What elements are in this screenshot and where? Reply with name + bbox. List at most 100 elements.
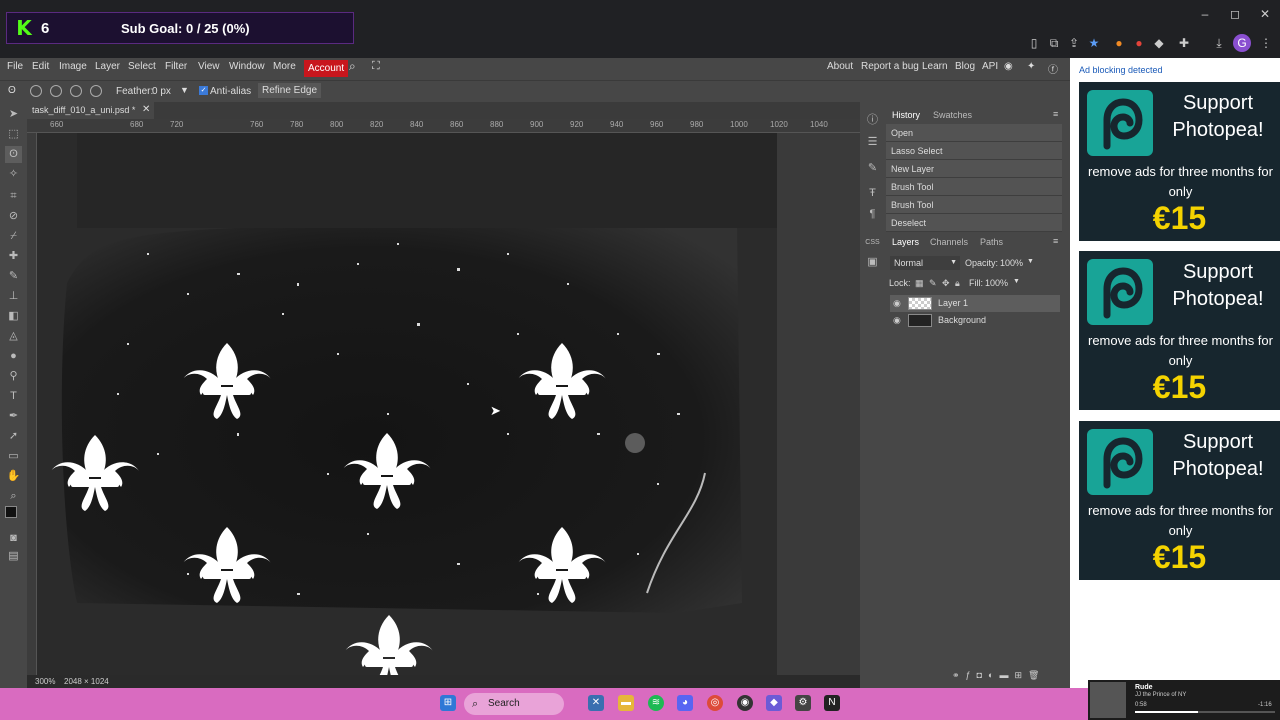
- ad-card[interactable]: Support Photopea! remove ads for three m…: [1079, 251, 1280, 410]
- selection-new-icon[interactable]: [30, 85, 42, 97]
- quick-mask-icon[interactable]: ◙: [5, 530, 22, 547]
- document-tab[interactable]: task_diff_010_a_uni.psd *: [27, 102, 154, 119]
- screenshot-icon[interactable]: ⧉: [1045, 34, 1063, 52]
- marquee-tool-icon[interactable]: ⬚: [5, 126, 22, 143]
- info-icon[interactable]: ⓘ: [864, 112, 881, 129]
- paint-bucket-tool-icon[interactable]: ◬: [5, 328, 22, 345]
- properties-icon[interactable]: ☰: [864, 134, 881, 151]
- twitter-icon[interactable]: ✦: [1027, 61, 1035, 72]
- healing-tool-icon[interactable]: ✚: [5, 248, 22, 265]
- chrome-icon[interactable]: ◎: [707, 695, 723, 711]
- css-icon[interactable]: CSS: [864, 234, 881, 251]
- feather-dropdown-icon[interactable]: ▼: [180, 85, 189, 95]
- tab-channels[interactable]: Channels: [930, 237, 968, 247]
- download-icon[interactable]: ⤓: [1210, 34, 1228, 52]
- pen-tool-icon[interactable]: ✒: [5, 408, 22, 425]
- ad-card[interactable]: Support Photopea! remove ads for three m…: [1079, 421, 1280, 580]
- type-tool-icon[interactable]: T: [5, 388, 22, 405]
- tab-history[interactable]: History: [892, 110, 920, 120]
- file-explorer-icon[interactable]: ▬: [618, 695, 634, 711]
- feather-input[interactable]: 0 px: [152, 86, 171, 97]
- layer-row[interactable]: ◉ Layer 1: [890, 295, 1060, 312]
- lock-move-icon[interactable]: ✥: [942, 278, 950, 289]
- link-api[interactable]: API: [982, 61, 998, 72]
- fill-dropdown-icon[interactable]: ▼: [1013, 278, 1020, 285]
- image-icon[interactable]: ▣: [864, 254, 881, 271]
- extension-icon[interactable]: ◆: [1150, 34, 1168, 52]
- menu-more[interactable]: More: [273, 61, 296, 72]
- maximize-button[interactable]: ◻: [1220, 4, 1250, 24]
- fullscreen-icon[interactable]: ⛶: [372, 60, 380, 73]
- taskbar-search[interactable]: ⌕ Search: [464, 693, 564, 715]
- eyedropper-tool-icon[interactable]: ⌿: [5, 228, 22, 245]
- bookmark-star-icon[interactable]: ★: [1085, 34, 1103, 52]
- eye-icon[interactable]: ◉: [893, 298, 901, 309]
- selection-intersect-icon[interactable]: [90, 85, 102, 97]
- link-report-bug[interactable]: Report a bug: [861, 61, 919, 72]
- brush-tool-icon[interactable]: ✎: [5, 268, 22, 285]
- selection-add-icon[interactable]: [50, 85, 62, 97]
- history-item[interactable]: Deselect: [886, 214, 1062, 232]
- anti-alias-checkbox[interactable]: ✓: [199, 86, 208, 95]
- link-layers-icon[interactable]: ⚭: [952, 670, 966, 680]
- foreground-color-swatch[interactable]: [5, 506, 17, 518]
- spotify-icon[interactable]: ≋: [648, 695, 664, 711]
- menu-view[interactable]: View: [198, 61, 220, 72]
- screen-mode-icon[interactable]: ▤: [5, 548, 22, 565]
- effects-icon[interactable]: ƒ: [966, 670, 977, 680]
- refine-edge-button[interactable]: Refine Edge: [258, 83, 322, 98]
- menu-image[interactable]: Image: [59, 61, 87, 72]
- tab-paths[interactable]: Paths: [980, 237, 1003, 247]
- link-learn[interactable]: Learn: [922, 61, 948, 72]
- ad-card[interactable]: Support Photopea! remove ads for three m…: [1079, 82, 1280, 241]
- extension-icon[interactable]: ●: [1130, 34, 1148, 52]
- lock-transparent-icon[interactable]: ▦: [915, 278, 924, 289]
- history-item[interactable]: New Layer: [886, 160, 1062, 178]
- media-player-widget[interactable]: Rude JJ the Prince of NY 0:58 -1:16: [1088, 680, 1280, 720]
- character-icon[interactable]: Ŧ: [864, 185, 881, 202]
- menu-window[interactable]: Window: [229, 61, 265, 72]
- history-item[interactable]: Open: [886, 124, 1062, 142]
- close-tab-icon[interactable]: ✕: [142, 104, 150, 115]
- opacity-dropdown-icon[interactable]: ▼: [1027, 258, 1034, 265]
- history-item[interactable]: Brush Tool: [886, 178, 1062, 196]
- share-icon[interactable]: ⇪: [1065, 34, 1083, 52]
- profile-avatar[interactable]: G: [1233, 34, 1251, 52]
- move-tool-icon[interactable]: ➤: [5, 106, 22, 123]
- path-select-tool-icon[interactable]: ➚: [5, 428, 22, 445]
- folder-icon[interactable]: ▬: [999, 670, 1014, 680]
- zoom-tool-icon[interactable]: ⌕: [5, 488, 22, 505]
- slice-tool-icon[interactable]: ⊘: [5, 208, 22, 225]
- shape-tool-icon[interactable]: ▭: [5, 448, 22, 465]
- close-button[interactable]: ✕: [1250, 4, 1280, 24]
- clone-stamp-tool-icon[interactable]: ⊥: [5, 288, 22, 305]
- selection-subtract-icon[interactable]: [70, 85, 82, 97]
- history-item[interactable]: Brush Tool: [886, 196, 1062, 214]
- browser-menu-icon[interactable]: ⋮: [1257, 34, 1275, 52]
- menu-layer[interactable]: Layer: [95, 61, 120, 72]
- eraser-tool-icon[interactable]: ◧: [5, 308, 22, 325]
- lock-all-icon[interactable]: 🔒︎: [955, 278, 960, 289]
- history-item[interactable]: Lasso Select: [886, 142, 1062, 160]
- ad-blocking-notice[interactable]: Ad blocking detected: [1079, 65, 1163, 75]
- trash-icon[interactable]: 🗑︎: [1028, 670, 1045, 680]
- layers-menu-icon[interactable]: ≡: [1053, 236, 1058, 246]
- brush-settings-icon[interactable]: ✎: [864, 160, 881, 177]
- lasso-tool-icon[interactable]: ʘ: [8, 85, 16, 96]
- document-canvas[interactable]: ➤: [37, 133, 860, 675]
- adjustment-icon[interactable]: ◐: [988, 670, 999, 680]
- fill-input[interactable]: 100%: [985, 278, 1008, 288]
- link-blog[interactable]: Blog: [955, 61, 975, 72]
- extension-icon[interactable]: ●: [1110, 34, 1128, 52]
- zoom-level[interactable]: 300%: [35, 677, 55, 686]
- facebook-icon[interactable]: ⓕ: [1048, 61, 1058, 76]
- menu-edit[interactable]: Edit: [32, 61, 49, 72]
- settings-gear-icon[interactable]: ⚙: [795, 695, 811, 711]
- paragraph-icon[interactable]: ¶: [864, 206, 881, 223]
- search-icon[interactable]: ⌕: [349, 59, 356, 74]
- blend-mode-select[interactable]: Normal ▼: [890, 256, 960, 270]
- tab-layers[interactable]: Layers: [892, 237, 919, 247]
- link-about[interactable]: About: [827, 61, 853, 72]
- layer-row[interactable]: ◉ Background: [890, 312, 1060, 329]
- reddit-icon[interactable]: ◉: [1004, 61, 1013, 72]
